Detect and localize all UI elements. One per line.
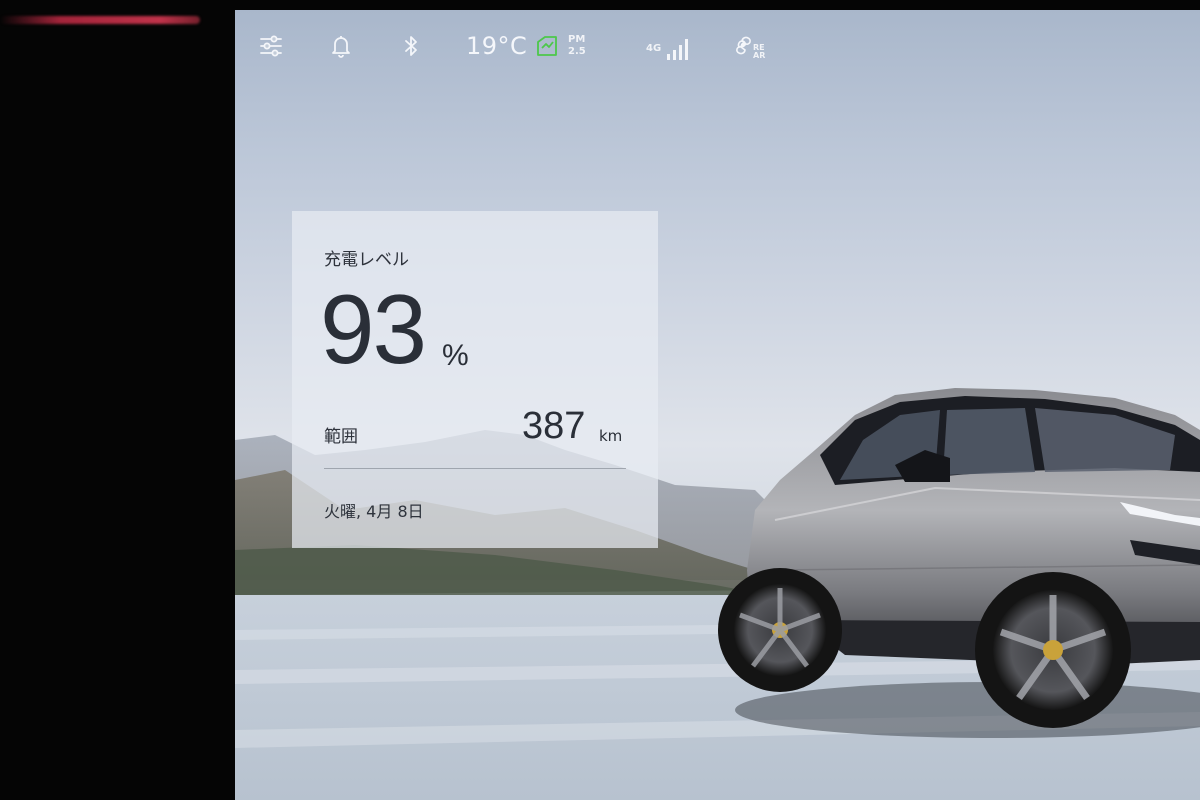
rear-label-line2: AR (753, 51, 766, 60)
air-quality-label-line2: 2.5 (568, 46, 586, 57)
range-unit: km (599, 427, 623, 445)
infotainment-screen: 19°C PM 2.5 4G RE AR 充電レベル 93 % 範囲 387 k… (235, 10, 1200, 800)
network-type: 4G (646, 43, 662, 54)
air-quality-label: PM 2.5 (568, 34, 586, 58)
status-bar: 19°C PM 2.5 4G RE AR (235, 10, 1200, 82)
air-quality-label-line1: PM (568, 34, 586, 45)
range-label: 範囲 (324, 427, 358, 447)
bluetooth-icon[interactable] (397, 32, 425, 60)
range-value: 387 (522, 405, 586, 447)
battery-percentage: 93 (320, 274, 427, 384)
card-divider (324, 468, 626, 469)
air-quality-icon[interactable] (535, 34, 559, 58)
battery-unit: % (442, 339, 469, 372)
temperature-readout: 19°C (466, 32, 528, 60)
bell-icon[interactable] (327, 32, 355, 60)
settings-sliders-icon[interactable] (257, 32, 285, 60)
card-title: 充電レベル (324, 250, 409, 270)
bezel-light-strip (0, 16, 200, 24)
rear-label: RE AR (753, 44, 765, 60)
charge-level-card[interactable]: 充電レベル 93 % 範囲 387 km 火曜, 4月 8日 (292, 211, 658, 548)
signal-icon (667, 39, 688, 60)
date-text: 火曜, 4月 8日 (324, 502, 424, 521)
